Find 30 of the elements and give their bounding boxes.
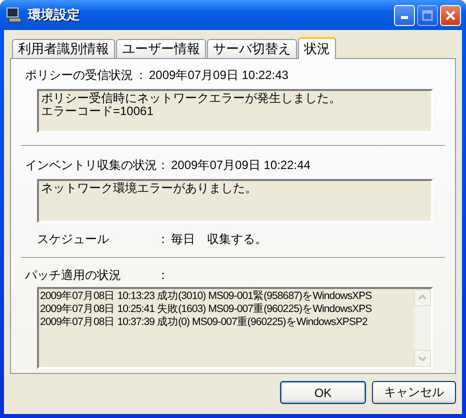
log-line: 2009年07月08日 10:25:41 失敗(1603) MS09-007重(960225)をWindowsXPS	[40, 303, 373, 316]
log-line: 2009年07月08日 10:37:39 成功(0) MS09-007重(960225)をWindowsXPSP2	[40, 316, 368, 329]
computer-icon	[6, 7, 22, 23]
message-line: ポリシー受信時にネットワークエラーが発生しました。	[41, 92, 342, 105]
ok-button[interactable]: OK	[280, 381, 366, 404]
timestamp: 2009年07月09日 10:22:43	[149, 66, 288, 84]
message-line: エラーコード=10061	[41, 105, 154, 118]
log-line: 2009年07月08日 10:13:23 成功(3010) MS09-001緊(958687)をWindowsXPS	[40, 290, 373, 303]
tab[interactable]: 利用者識別情報	[12, 39, 115, 58]
tab[interactable]: ユーザー情報	[116, 39, 206, 58]
status-label: パッチ適用の状況	[25, 266, 122, 284]
status-label: インベントリ収集の状況	[25, 156, 157, 174]
colon: ：	[157, 156, 170, 174]
colon: ：	[135, 66, 148, 84]
timestamp: 2009年07月09日 10:22:44	[171, 156, 310, 174]
status-label: ポリシーの受信状況	[25, 66, 134, 84]
cancel-button[interactable]: キャンセル	[372, 381, 456, 404]
schedule-value: 毎日 収集する。	[171, 230, 267, 248]
window-title: 環境設定	[28, 6, 81, 24]
tab[interactable]: サーバ切替え	[207, 39, 297, 58]
colon: ：	[157, 230, 170, 248]
close-button[interactable]	[440, 4, 461, 26]
minimize-button[interactable]	[394, 4, 415, 26]
schedule-label: スケジュール	[37, 230, 110, 248]
message-line: ネットワーク環境エラーがありました。	[41, 182, 258, 195]
colon: ：	[157, 266, 170, 284]
close-icon	[445, 10, 456, 20]
maximize-button[interactable]	[417, 4, 438, 26]
tab[interactable]: 状況	[298, 37, 336, 59]
maximize-icon	[422, 10, 433, 20]
